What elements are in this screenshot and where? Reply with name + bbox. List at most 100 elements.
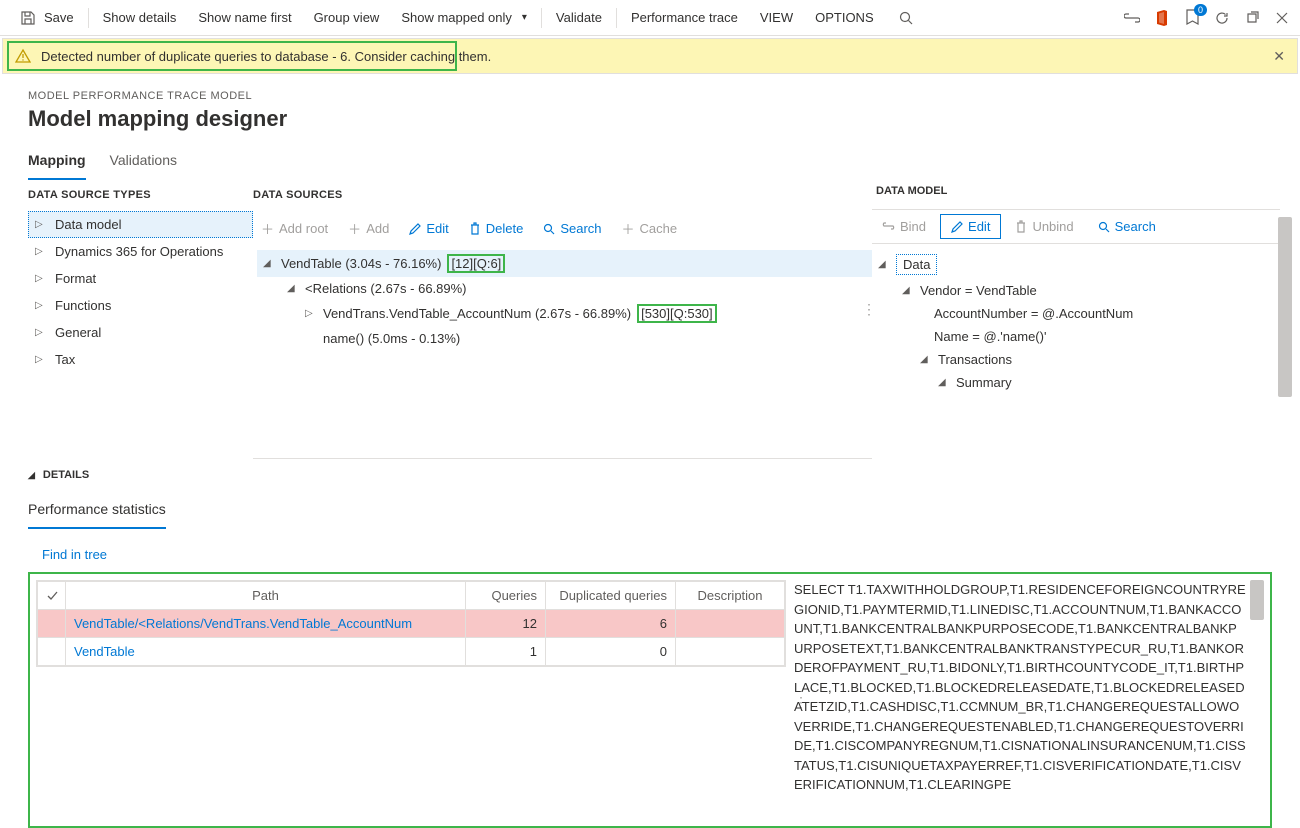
edit-dm-button[interactable]: Edit	[940, 214, 1001, 239]
banner-close-button[interactable]: ✕	[1273, 48, 1285, 65]
trash-icon	[469, 222, 481, 235]
link-icon	[882, 221, 895, 232]
search-dm-button[interactable]: Search	[1088, 215, 1166, 238]
subtab-performance[interactable]: Performance statistics	[28, 495, 166, 529]
query-stat: [12][Q:6]	[447, 254, 505, 273]
ds-types-title: DATA SOURCE TYPES	[28, 189, 253, 201]
dm-node-name[interactable]: Name = @.'name()'	[872, 325, 1280, 348]
ds-type-format[interactable]: ▷Format	[28, 265, 253, 292]
expand-icon[interactable]: ▷	[305, 308, 317, 319]
collapse-icon[interactable]: ◢	[920, 354, 932, 365]
popout-icon[interactable]	[1242, 8, 1262, 28]
dm-node-transactions[interactable]: ◢Transactions	[872, 348, 1280, 371]
node-label: name() (5.0ms - 0.13%)	[323, 331, 460, 346]
unbind-button[interactable]: Unbind	[1005, 215, 1083, 238]
office-icon[interactable]	[1152, 8, 1172, 28]
dm-node-vendor[interactable]: ◢Vendor = VendTable	[872, 279, 1280, 302]
search-icon	[543, 223, 555, 235]
dm-node-summary[interactable]: ◢Summary	[872, 371, 1280, 394]
show-mapped-only-button[interactable]: Show mapped only▾	[391, 0, 537, 36]
save-button[interactable]: Save	[8, 0, 84, 36]
edit-button[interactable]: Edit	[401, 217, 456, 240]
banner-text: Detected number of duplicate queries to …	[41, 49, 491, 64]
refresh-icon[interactable]	[1212, 8, 1232, 28]
plus-icon: ＋	[622, 219, 635, 238]
ds-type-tax[interactable]: ▷Tax	[28, 346, 253, 373]
view-menu[interactable]: VIEW	[750, 0, 803, 36]
show-details-button[interactable]: Show details	[93, 0, 187, 36]
tab-validations[interactable]: Validations	[110, 146, 177, 180]
chevron-right-icon: ▷	[35, 354, 45, 365]
dm-node-data[interactable]: ◢Data	[872, 250, 1280, 279]
warning-icon	[15, 48, 31, 64]
node-label: <Relations (2.67s - 66.89%)	[305, 281, 467, 296]
chevron-right-icon: ▷	[35, 246, 45, 257]
node-label: VendTrans.VendTable_AccountNum (2.67s - …	[323, 306, 631, 321]
col-desc[interactable]: Description	[676, 582, 785, 610]
find-in-tree-link[interactable]: Find in tree	[0, 529, 1300, 572]
ds-type-functions[interactable]: ▷Functions	[28, 292, 253, 319]
bind-button[interactable]: Bind	[872, 215, 936, 238]
main-tabs: Mapping Validations	[0, 138, 1300, 181]
search-icon	[896, 8, 916, 28]
warning-banner: Detected number of duplicate queries to …	[2, 38, 1298, 74]
ds-type-data-model[interactable]: ▷Data model	[28, 211, 253, 238]
dm-node-accountnum[interactable]: AccountNumber = @.AccountNum	[872, 302, 1280, 325]
add-button[interactable]: ＋Add	[340, 215, 397, 242]
cache-button[interactable]: ＋Cache	[614, 215, 686, 242]
collapse-icon[interactable]: ◢	[287, 283, 299, 294]
scrollbar[interactable]	[1278, 217, 1292, 397]
data-sources-panel: DATA SOURCES ＋Add root ＋Add Edit Delete …	[253, 181, 872, 459]
tree-node-relations[interactable]: ◢ <Relations (2.67s - 66.89%)	[257, 277, 872, 300]
tree-node-vendtable[interactable]: ◢ VendTable (3.04s - 76.16%)[12][Q:6]	[257, 250, 872, 277]
col-path[interactable]: Path	[66, 582, 466, 610]
ds-type-general[interactable]: ▷General	[28, 319, 253, 346]
collapse-icon[interactable]: ◢	[878, 259, 890, 270]
pencil-icon	[951, 221, 963, 233]
link-icon[interactable]	[1122, 8, 1142, 28]
tree-node-vendtrans[interactable]: ▷ VendTrans.VendTable_AccountNum (2.67s …	[257, 300, 872, 327]
sql-text: SELECT T1.TAXWITHHOLDGROUP,T1.RESIDENCEF…	[794, 580, 1264, 795]
validate-button[interactable]: Validate	[546, 0, 612, 36]
delete-button[interactable]: Delete	[461, 217, 532, 240]
search-ds-button[interactable]: Search	[535, 217, 609, 240]
data-model-panel: ⋮ DATA MODEL Bind Edit Unbind Search ◢Da…	[872, 181, 1292, 459]
search-button[interactable]	[886, 0, 926, 36]
tab-mapping[interactable]: Mapping	[28, 146, 86, 180]
collapse-icon[interactable]: ◢	[263, 258, 275, 269]
details-expander[interactable]: ◢DETAILS	[28, 469, 1272, 481]
chevron-down-icon: ▾	[522, 12, 527, 23]
scrollbar[interactable]	[1250, 580, 1264, 620]
path-link[interactable]: VendTable	[74, 644, 135, 659]
col-dup[interactable]: Duplicated queries	[546, 582, 676, 610]
dm-title: DATA MODEL	[872, 181, 1280, 209]
trash-icon	[1015, 220, 1027, 233]
plus-icon: ＋	[348, 219, 361, 238]
pencil-icon	[409, 223, 421, 235]
col-queries[interactable]: Queries	[466, 582, 546, 610]
plus-icon: ＋	[261, 219, 274, 238]
table-row[interactable]: VendTable10	[38, 638, 785, 666]
group-view-button[interactable]: Group view	[304, 0, 390, 36]
workspace: DATA SOURCE TYPES ▷Data model ▷Dynamics …	[0, 181, 1300, 459]
table-row[interactable]: VendTable/<Relations/VendTrans.VendTable…	[38, 610, 785, 638]
path-link[interactable]: VendTable/<Relations/VendTrans.VendTable…	[74, 616, 412, 631]
select-all-checkbox[interactable]	[38, 582, 66, 610]
options-menu[interactable]: OPTIONS	[805, 0, 884, 36]
tree-node-name-fn[interactable]: name() (5.0ms - 0.13%)	[257, 327, 872, 350]
close-icon[interactable]	[1272, 8, 1292, 28]
ds-type-dynamics[interactable]: ▷Dynamics 365 for Operations	[28, 238, 253, 265]
ds-title: DATA SOURCES	[253, 189, 872, 201]
save-icon	[18, 8, 38, 28]
show-name-first-button[interactable]: Show name first	[188, 0, 301, 36]
performance-trace-button[interactable]: Performance trace	[621, 0, 748, 36]
add-root-button[interactable]: ＋Add root	[253, 215, 336, 242]
chevron-right-icon: ▷	[35, 273, 45, 284]
collapse-icon[interactable]: ◢	[902, 285, 914, 296]
page-title: Model mapping designer	[28, 106, 1272, 132]
collapse-icon[interactable]: ◢	[938, 377, 950, 388]
chevron-right-icon: ▷	[35, 300, 45, 311]
notifications-button[interactable]: 0	[1182, 7, 1202, 28]
page-header: MODEL PERFORMANCE TRACE MODEL Model mapp…	[0, 76, 1300, 138]
data-source-types-panel: DATA SOURCE TYPES ▷Data model ▷Dynamics …	[8, 181, 253, 459]
